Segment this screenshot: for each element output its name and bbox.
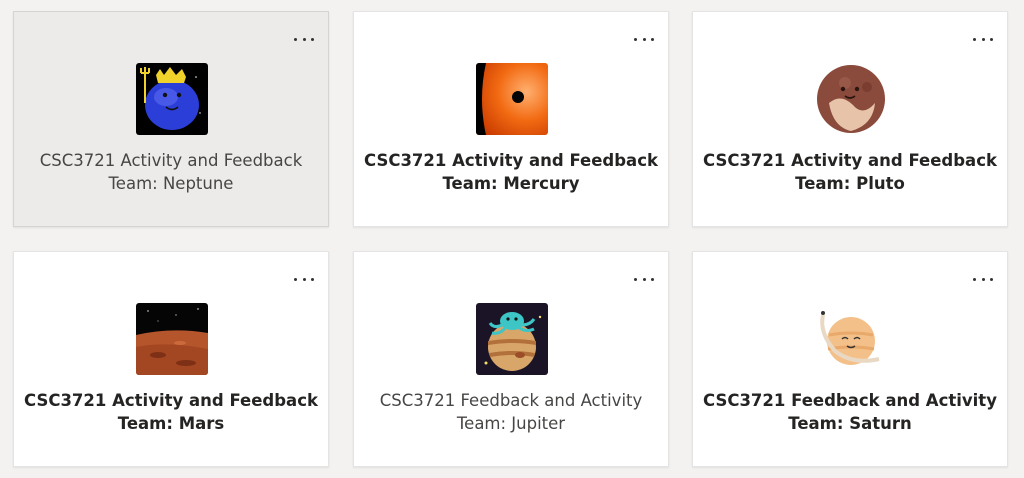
team-title-block: CSC3721 Activity and Feedback Team: Nept… xyxy=(14,149,328,195)
team-subtitle: Team: Saturn xyxy=(788,414,912,433)
team-name: CSC3721 Activity and Feedback xyxy=(39,151,303,170)
team-card-jupiter[interactable]: CSC3721 Feedback and Activity Team: Jupi… xyxy=(353,251,669,467)
team-name: CSC3721 Activity and Feedback xyxy=(24,391,318,410)
more-options-icon[interactable] xyxy=(634,34,654,44)
saturn-avatar-icon xyxy=(815,303,887,375)
more-options-icon[interactable] xyxy=(294,274,314,284)
team-title-block: CSC3721 Activity and Feedback Team: Plut… xyxy=(693,149,1007,195)
team-card-saturn[interactable]: CSC3721 Feedback and Activity Team: Satu… xyxy=(692,251,1008,467)
team-card-mercury[interactable]: CSC3721 Activity and Feedback Team: Merc… xyxy=(353,11,669,227)
team-subtitle: Team: Mercury xyxy=(442,174,580,193)
mars-avatar-icon xyxy=(136,303,208,375)
team-title-block: CSC3721 Activity and Feedback Team: Mars xyxy=(14,389,328,435)
neptune-avatar-icon xyxy=(136,63,208,135)
team-name: CSC3721 Feedback and Activity xyxy=(703,391,997,410)
teams-grid: CSC3721 Activity and Feedback Team: Nept… xyxy=(0,0,1024,478)
more-options-icon[interactable] xyxy=(973,34,993,44)
team-name: CSC3721 Activity and Feedback xyxy=(364,151,658,170)
pluto-avatar-icon xyxy=(815,63,887,135)
more-options-icon[interactable] xyxy=(294,34,314,44)
team-subtitle: Team: Neptune xyxy=(108,174,234,193)
team-card-neptune[interactable]: CSC3721 Activity and Feedback Team: Nept… xyxy=(13,11,329,227)
team-name: CSC3721 Feedback and Activity xyxy=(379,391,643,410)
team-title-block: CSC3721 Activity and Feedback Team: Merc… xyxy=(354,149,668,195)
team-title-block: CSC3721 Feedback and Activity Team: Jupi… xyxy=(354,389,668,435)
team-card-mars[interactable]: CSC3721 Activity and Feedback Team: Mars xyxy=(13,251,329,467)
more-options-icon[interactable] xyxy=(634,274,654,284)
team-card-pluto[interactable]: CSC3721 Activity and Feedback Team: Plut… xyxy=(692,11,1008,227)
team-name: CSC3721 Activity and Feedback xyxy=(703,151,997,170)
team-subtitle: Team: Mars xyxy=(117,414,225,433)
mercury-avatar-icon xyxy=(476,63,548,135)
team-title-block: CSC3721 Feedback and Activity Team: Satu… xyxy=(693,389,1007,435)
team-subtitle: Team: Jupiter xyxy=(456,414,566,433)
team-subtitle: Team: Pluto xyxy=(795,174,905,193)
more-options-icon[interactable] xyxy=(973,274,993,284)
jupiter-avatar-icon xyxy=(476,303,548,375)
